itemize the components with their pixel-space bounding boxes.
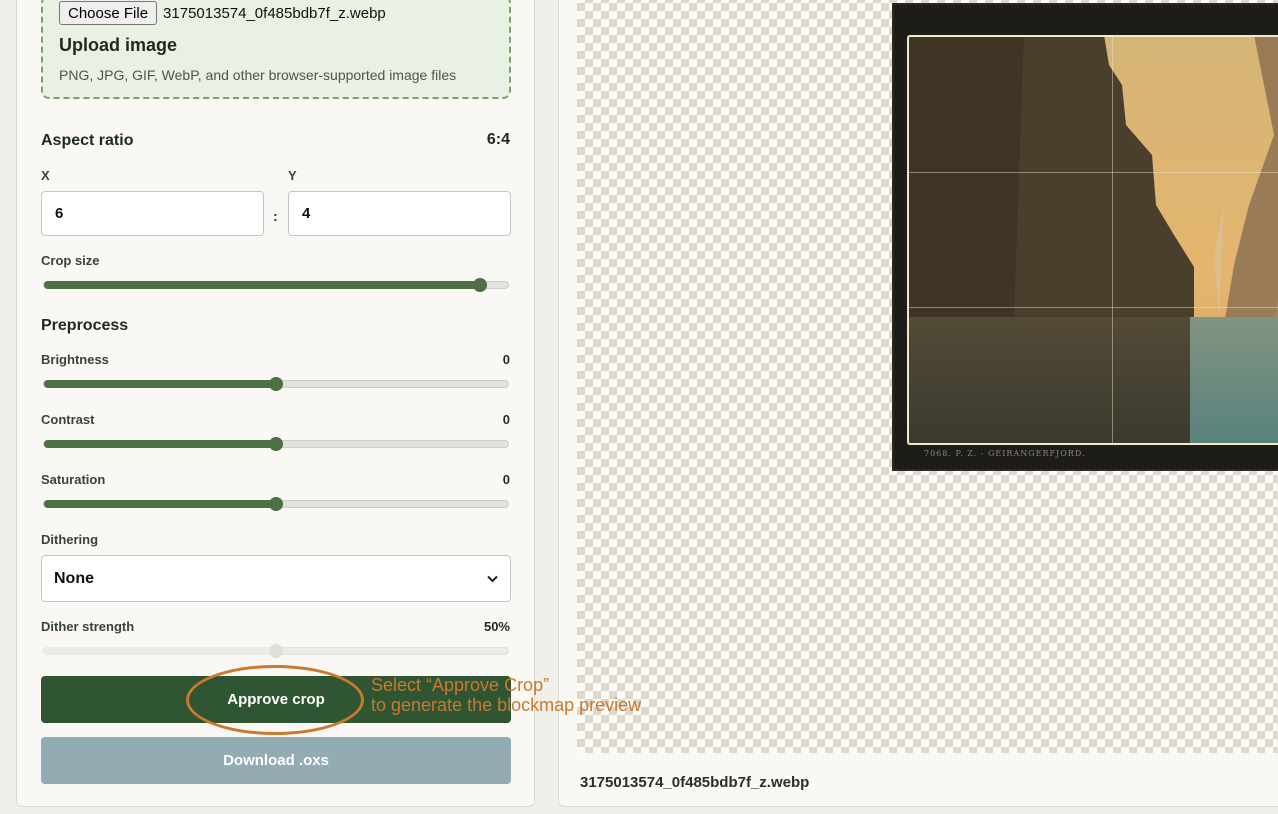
dither-strength-slider (43, 644, 509, 658)
contrast-label: Contrast (41, 412, 95, 427)
dither-strength-value: 50% (483, 619, 510, 634)
crop-size-label: Crop size (41, 253, 100, 268)
brightness-label: Brightness (41, 352, 109, 367)
upload-title: Upload image (59, 35, 178, 55)
aspect-ratio-value: 6:4 (486, 131, 510, 148)
contrast-thumb[interactable] (269, 437, 283, 451)
annotation-highlight-ellipse (186, 665, 364, 735)
saturation-slider[interactable] (43, 497, 509, 511)
x-label: X (41, 168, 50, 183)
saturation-thumb[interactable] (269, 497, 283, 511)
preprocess-heading: Preprocess (41, 317, 129, 334)
brightness-slider[interactable] (43, 377, 509, 391)
saturation-label: Saturation (41, 472, 106, 487)
crop-grid-line-horizontal (909, 307, 1278, 308)
crop-size-thumb[interactable] (473, 278, 488, 292)
crop-grid-line-horizontal (909, 172, 1278, 173)
brightness-thumb[interactable] (269, 377, 283, 391)
crop-size-slider[interactable] (43, 278, 509, 292)
upload-dropzone[interactable]: Choose File 3175013574_0f485bdb7f_z.webp… (41, 0, 511, 99)
source-photo: 7068. P. Z. - GEIRANGERFJORD. (892, 3, 1278, 471)
file-picker-row: Choose File 3175013574_0f485bdb7f_z.webp (59, 1, 386, 25)
upload-hint: PNG, JPG, GIF, WebP, and other browser-s… (59, 67, 457, 83)
aspect-y-input[interactable] (288, 191, 511, 236)
download-oxs-button[interactable]: Download .oxs (41, 737, 511, 784)
aspect-ratio-label: Aspect ratio (41, 132, 134, 149)
aspect-x-input[interactable] (41, 191, 264, 236)
crop-grid-line-vertical (1112, 37, 1113, 443)
annotation-line-1: Select “Approve Crop” (371, 675, 550, 695)
contrast-value: 0 (502, 412, 510, 427)
annotation-line-2: to generate the blockmap preview (371, 695, 642, 715)
contrast-fill (44, 440, 276, 448)
annotation-callout: Select “Approve Crop” to generate the bl… (371, 675, 641, 715)
photo-caption: 7068. P. Z. - GEIRANGERFJORD. (924, 449, 1086, 458)
selected-file-name: 3175013574_0f485bdb7f_z.webp (163, 4, 386, 22)
chevron-down-icon (487, 572, 498, 586)
brightness-fill (44, 380, 276, 388)
preview-panel: 7068. P. Z. - GEIRANGERFJORD. 3175013574… (558, 0, 1278, 807)
dither-strength-label: Dither strength (41, 619, 135, 634)
choose-file-button[interactable]: Choose File (59, 1, 158, 25)
dithering-select[interactable]: None (41, 555, 511, 602)
ratio-separator: : (273, 208, 278, 224)
dither-strength-fill (44, 647, 276, 655)
brightness-value: 0 (502, 352, 510, 367)
dither-strength-thumb (269, 644, 283, 658)
y-label: Y (288, 168, 297, 183)
preview-file-name: 3175013574_0f485bdb7f_z.webp (580, 774, 810, 791)
crop-selection-frame[interactable] (907, 35, 1278, 445)
saturation-fill (44, 500, 276, 508)
dithering-selected-value: None (54, 569, 94, 587)
crop-size-fill (44, 281, 481, 289)
saturation-value: 0 (502, 472, 510, 487)
dithering-label: Dithering (41, 532, 99, 547)
preview-canvas: 7068. P. Z. - GEIRANGERFJORD. (577, 0, 1278, 753)
contrast-slider[interactable] (43, 437, 509, 451)
